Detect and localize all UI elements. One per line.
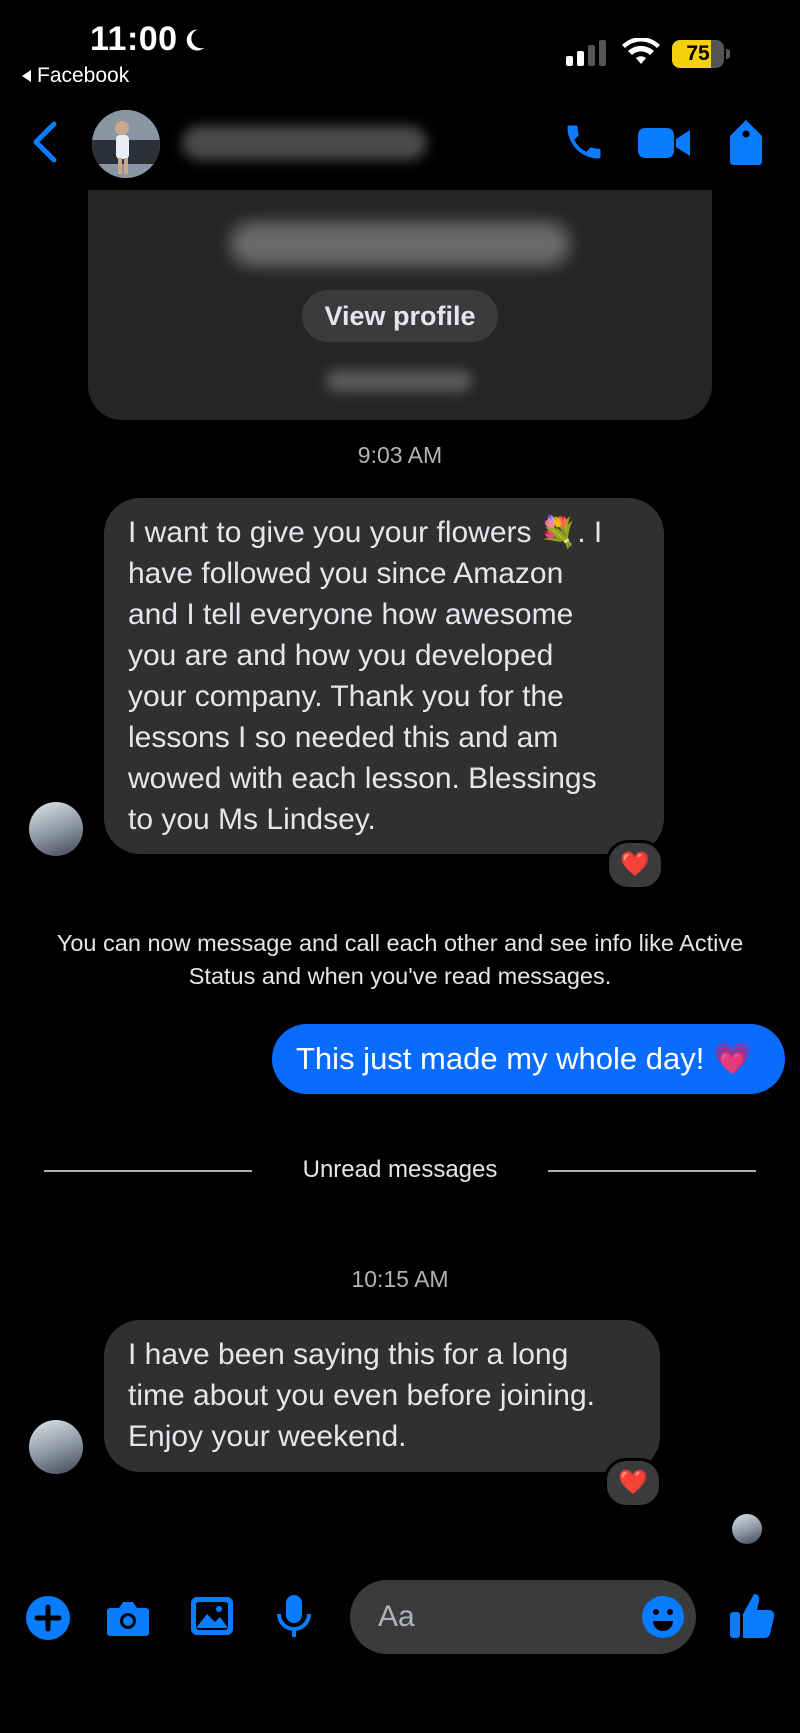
message-line: lessons I so needed this and am xyxy=(128,721,559,754)
outgoing-message-bubble[interactable]: This just made my whole day! 💗 xyxy=(272,1024,785,1094)
profile-name-blurred xyxy=(230,222,570,266)
plus-icon[interactable] xyxy=(24,1594,72,1642)
battery-indicator: 75 xyxy=(672,40,730,68)
system-message: You can now message and call each other … xyxy=(20,927,780,993)
sender-avatar[interactable] xyxy=(29,1420,83,1474)
status-time: 11:00 xyxy=(90,20,178,58)
contact-avatar[interactable] xyxy=(92,110,160,178)
cellular-signal-icon xyxy=(566,40,606,66)
message-line: wowed with each lesson. Blessings xyxy=(128,762,597,795)
message-line: you are and how you developed xyxy=(128,639,554,672)
back-to-facebook-link[interactable]: Facebook xyxy=(22,64,129,88)
thumbs-up-icon[interactable] xyxy=(728,1590,776,1640)
incoming-message-bubble[interactable]: I have been saying this for a long time … xyxy=(104,1320,660,1472)
microphone-icon[interactable] xyxy=(270,1592,318,1640)
battery-percent: 75 xyxy=(686,42,710,65)
system-message-line: You can now message and call each other … xyxy=(56,930,744,956)
view-profile-button[interactable]: View profile xyxy=(302,290,498,342)
message-line: I have been saying this for a long xyxy=(128,1338,569,1371)
sender-avatar[interactable] xyxy=(29,802,83,856)
message-line: Enjoy your weekend. xyxy=(128,1420,407,1453)
heart-reaction[interactable]: ❤️ xyxy=(606,840,664,890)
divider-line-right xyxy=(548,1170,756,1172)
message-line: I want to give you your flowers 💐. I xyxy=(128,516,603,549)
tag-icon[interactable] xyxy=(726,118,766,166)
message-line: have followed you since Amazon xyxy=(128,557,564,590)
message-line: and I tell everyone how awesome xyxy=(128,598,574,631)
back-chevron-icon[interactable] xyxy=(30,120,60,164)
gallery-icon[interactable] xyxy=(188,1592,236,1640)
message-line: time about you even before joining. xyxy=(128,1379,595,1412)
message-input-placeholder: Aa xyxy=(378,1600,415,1633)
timestamp: 10:15 AM xyxy=(351,1266,449,1292)
back-triangle-icon xyxy=(22,70,31,83)
seen-avatar xyxy=(732,1514,762,1544)
timestamp: 9:03 AM xyxy=(357,442,443,468)
contact-name-blurred[interactable] xyxy=(182,126,427,160)
incoming-message-bubble[interactable]: I want to give you your flowers 💐. I hav… xyxy=(104,498,664,854)
wifi-icon xyxy=(622,38,660,64)
avatar-photo xyxy=(92,110,160,178)
system-message-line: Status and when you've read messages. xyxy=(188,963,612,989)
message-line: to you Ms Lindsey. xyxy=(128,803,376,836)
phone-icon[interactable] xyxy=(562,120,606,164)
camera-icon[interactable] xyxy=(104,1594,152,1642)
heart-reaction[interactable]: ❤️ xyxy=(604,1458,662,1508)
video-icon[interactable] xyxy=(638,124,690,162)
emoji-icon[interactable] xyxy=(640,1594,686,1640)
profile-subtitle-blurred xyxy=(326,370,472,392)
moon-icon xyxy=(186,29,205,51)
back-app-label: Facebook xyxy=(37,64,130,87)
message-line: your company. Thank you for the xyxy=(128,680,564,713)
